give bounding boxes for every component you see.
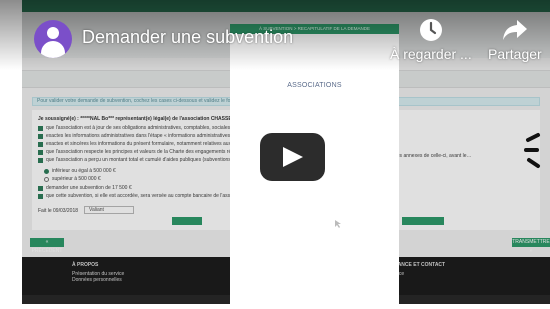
play-icon xyxy=(283,147,303,167)
share-icon xyxy=(502,20,527,40)
channel-avatar-icon[interactable] xyxy=(34,20,72,58)
avatar-body xyxy=(41,41,65,58)
video-title[interactable]: Demander une subvention xyxy=(82,27,293,48)
watch-later-label: À regarder ... xyxy=(390,46,472,62)
video-player[interactable]: Pour valider votre demande de subvention… xyxy=(0,0,550,309)
clock-icon xyxy=(419,19,442,41)
avatar-head xyxy=(47,27,59,39)
watch-later-button[interactable]: À regarder ... xyxy=(390,18,472,62)
loading-spinner-icon xyxy=(524,133,540,168)
mouse-cursor-icon xyxy=(335,220,341,228)
share-label: Partager xyxy=(488,46,542,62)
modal-title: ASSOCIATIONS xyxy=(287,82,342,89)
share-button[interactable]: Partager xyxy=(488,18,542,62)
play-button[interactable] xyxy=(260,133,325,181)
